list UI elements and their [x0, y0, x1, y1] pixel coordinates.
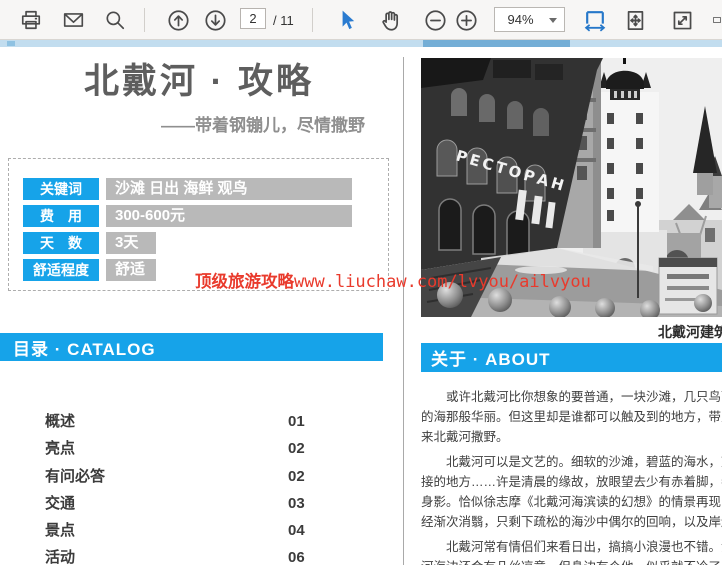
- toolbar-divider: [312, 8, 313, 32]
- next-page-button[interactable]: [202, 7, 228, 33]
- list-item[interactable]: 概述 01: [0, 408, 330, 435]
- text-line: 身影。恰似徐志摩《北戴河海滨读的幻想》的情景再现：海: [421, 492, 722, 512]
- circle-minus-icon: [424, 9, 447, 32]
- pdf-viewer-window: { "toolbar": { "page_current": "2", "pag…: [0, 0, 722, 565]
- overflow-icon[interactable]: [712, 7, 722, 33]
- page-subtitle: ——带着钢镚儿，尽情撒野: [0, 111, 365, 136]
- photo-caption: 北戴河建筑: [658, 322, 722, 342]
- horizontal-scrollbar[interactable]: [0, 40, 722, 47]
- envelope-icon: [62, 9, 85, 31]
- page-number-input[interactable]: [240, 8, 266, 29]
- catalog-item-page: 06: [288, 544, 305, 565]
- page-count-label: / 11: [273, 13, 294, 28]
- text-line: 经渐次消翳，只剩下疏松的海沙中偶尔的回响，以及岸边残: [421, 512, 722, 532]
- about-text: 或许北戴河比你想象的要普通，一块沙滩，几只鸟而已 的海那般华丽。但这里却是谁都可…: [421, 387, 722, 565]
- text-line: 北戴河常有情侣们来看日出，搞搞小浪漫也不错。清晨: [421, 537, 722, 557]
- catalog-item-label: 有问必答: [45, 463, 105, 490]
- list-item[interactable]: 交通 03: [0, 490, 330, 517]
- email-button[interactable]: [60, 7, 86, 33]
- circle-arrow-up-icon: [167, 9, 190, 32]
- fit-width-button[interactable]: [582, 7, 608, 33]
- zoom-out-button[interactable]: [422, 7, 448, 33]
- info-label: 费 用: [23, 205, 99, 227]
- catalog-item-page: 04: [288, 517, 305, 544]
- caret-down-icon: [546, 13, 560, 27]
- info-label: 天 数: [23, 232, 99, 254]
- select-tool-button[interactable]: [334, 7, 360, 33]
- watermark: 顶级旅游攻略www.liuchaw.com/lvyou/ailvyou: [195, 268, 591, 292]
- fullscreen-button[interactable]: [669, 7, 695, 33]
- printer-icon: [20, 9, 42, 31]
- text-line: 或许北戴河比你想象的要普通，一块沙滩，几只鸟而已: [421, 387, 722, 407]
- hand-tool-button[interactable]: [377, 7, 403, 33]
- circle-plus-icon: [455, 9, 478, 32]
- circle-arrow-down-icon: [204, 9, 227, 32]
- toolbar: / 11 94%: [0, 0, 722, 40]
- info-value: 3天: [106, 232, 156, 254]
- info-value: 300-600元: [106, 205, 352, 227]
- scrollbar-thumb[interactable]: [423, 40, 570, 47]
- catalog-item-label: 交通: [45, 490, 75, 517]
- text-line: 接的地方……许是清晨的缘故，放眼望去少有赤着脚，卷着: [421, 472, 722, 492]
- text-line: 来北戴河撒野。: [421, 427, 722, 447]
- text-line: 北戴河可以是文艺的。细软的沙滩，碧蓝的海水，望着: [421, 452, 722, 472]
- info-label: 关键词: [23, 178, 99, 200]
- info-label: 舒适程度: [23, 259, 99, 281]
- search-button[interactable]: [102, 7, 128, 33]
- zoom-in-button[interactable]: [453, 7, 479, 33]
- info-value: 沙滩 日出 海鲜 观鸟: [106, 178, 352, 200]
- hand-icon: [379, 9, 402, 32]
- about-section-header: 关于 · ABOUT: [421, 343, 722, 372]
- catalog-item-label: 概述: [45, 408, 75, 435]
- catalog-list: 概述 01 亮点 02 有问必答 02 交通 03 景点 04 活动 06: [0, 408, 330, 565]
- list-item[interactable]: 有问必答 02: [0, 463, 330, 490]
- text-line: 的海那般华丽。但这里却是谁都可以触及到的地方，带几个: [421, 407, 722, 427]
- list-item[interactable]: 亮点 02: [0, 435, 330, 462]
- zoom-level-dropdown[interactable]: 94%: [494, 7, 565, 32]
- catalog-item-page: 02: [288, 435, 305, 462]
- fit-page-icon: [624, 9, 647, 32]
- watermark-text: 顶级旅游攻略: [195, 273, 294, 291]
- cursor-arrow-icon: [336, 9, 358, 31]
- list-item[interactable]: 活动 06: [0, 544, 330, 565]
- scrollbar-left-marker: [7, 41, 15, 46]
- catalog-item-label: 活动: [45, 544, 75, 565]
- catalog-section-header: 目录 · CATALOG: [0, 333, 383, 361]
- magnifier-icon: [104, 9, 126, 31]
- fit-page-button[interactable]: [622, 7, 648, 33]
- catalog-item-page: 02: [288, 463, 305, 490]
- watermark-url: www.liuchaw.com/lvyou/ailvyou: [294, 272, 591, 292]
- text-line: 河海边还会有几丝凉意，但身边有个他，似乎就不冷了。那: [421, 557, 722, 565]
- info-value: 舒适: [106, 259, 156, 281]
- catalog-item-page: 03: [288, 490, 305, 517]
- catalog-item-label: 亮点: [45, 435, 75, 462]
- page-title: 北戴河 · 攻略: [0, 53, 398, 104]
- document-area: 北戴河 · 攻略 ——带着钢镚儿，尽情撒野 关键词 沙滩 日出 海鲜 观鸟 费 …: [0, 47, 722, 565]
- page-divider: [403, 57, 404, 565]
- toolbar-divider: [144, 8, 145, 32]
- catalog-item-page: 01: [288, 408, 305, 435]
- fit-width-icon: [583, 8, 607, 32]
- catalog-item-label: 景点: [45, 517, 75, 544]
- list-item[interactable]: 景点 04: [0, 517, 330, 544]
- zoom-value: 94%: [495, 12, 546, 27]
- print-button[interactable]: [18, 7, 44, 33]
- fullscreen-icon: [671, 9, 694, 32]
- previous-page-button[interactable]: [165, 7, 191, 33]
